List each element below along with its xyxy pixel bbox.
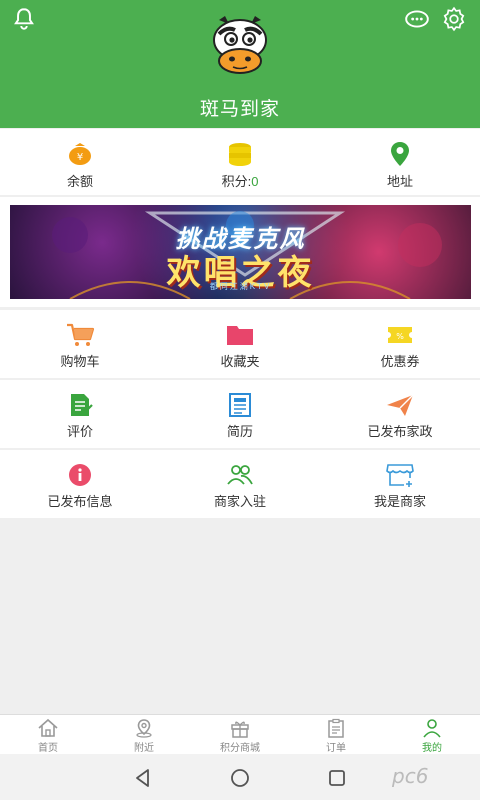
gift-icon — [231, 721, 249, 738]
shopping-cart-label: 购物车 — [60, 354, 100, 369]
coupon-label: 优惠券 — [380, 354, 420, 369]
published-housekeeping-item[interactable]: 已发布家政 — [320, 380, 480, 448]
account-stats: ¥ 余额 积分:0 地址 — [0, 129, 480, 195]
message-icon[interactable] — [404, 6, 430, 32]
wallet-icon: ¥ — [69, 143, 91, 165]
svg-text:¥: ¥ — [77, 152, 83, 163]
menu-row-3: 已发布信息 商家入驻 我是商家 — [0, 450, 480, 518]
shopping-cart-item[interactable]: 购物车 — [0, 310, 160, 378]
coupon-icon: % — [388, 327, 412, 343]
coupon-item[interactable]: % 优惠券 — [320, 310, 480, 378]
coins-icon — [229, 143, 251, 166]
nav-orders[interactable]: 订单 — [288, 715, 384, 754]
nav-points-mall[interactable]: 积分商城 — [192, 715, 288, 754]
svg-text:%: % — [396, 332, 404, 341]
merchant-join-item[interactable]: 商家入驻 — [160, 450, 320, 518]
points-label: 积分:0 — [221, 174, 259, 189]
bottom-nav: 首页 附近 积分商城 订单 我的 — [0, 714, 480, 754]
i-am-merchant-label: 我是商家 — [373, 494, 426, 509]
resume-label: 简历 — [226, 424, 253, 439]
paper-plane-icon — [387, 394, 414, 416]
watermark: pc6 — [392, 764, 476, 790]
review-icon — [71, 394, 93, 416]
user-icon — [423, 719, 441, 738]
published-housekeeping-label: 已发布家政 — [367, 424, 433, 439]
nav-points-mall-label: 积分商城 — [220, 743, 260, 754]
banner-caption: 都同江湖KTV — [209, 282, 272, 291]
i-am-merchant-item[interactable]: 我是商家 — [320, 450, 480, 518]
points-item[interactable]: 积分:0 — [160, 129, 320, 195]
points-value: 0 — [251, 174, 259, 189]
published-info-label: 已发布信息 — [47, 494, 113, 509]
info-icon — [69, 464, 91, 486]
zebra-logo-icon — [213, 16, 267, 74]
nav-home[interactable]: 首页 — [0, 715, 96, 754]
header: 斑马到家 — [0, 0, 480, 128]
menu-row-1: 购物车 收藏夹 % 优惠券 — [0, 310, 480, 378]
gear-icon[interactable] — [441, 6, 467, 32]
nav-nearby[interactable]: 附近 — [96, 715, 192, 754]
balance-item[interactable]: ¥ 余额 — [0, 129, 160, 195]
location-pin-icon — [391, 142, 409, 166]
favorites-label: 收藏夹 — [220, 354, 260, 369]
nav-mine-label: 我的 — [422, 743, 442, 754]
address-label: 地址 — [386, 174, 413, 189]
address-item[interactable]: 地址 — [320, 129, 480, 195]
system-nav-bar: pc6 — [0, 754, 480, 800]
shopping-cart-icon — [67, 323, 95, 346]
menu-row-2: 评价 简历 已发布家政 — [0, 380, 480, 448]
map-pin-icon — [136, 719, 152, 738]
favorites-item[interactable]: 收藏夹 — [160, 310, 320, 378]
banner-section: 挑战麦克风 欢唱之夜 都同江湖KTV — [0, 197, 480, 307]
review-label: 评价 — [66, 424, 93, 439]
promo-banner[interactable]: 挑战麦克风 欢唱之夜 都同江湖KTV — [10, 205, 471, 299]
recent-apps-icon[interactable] — [326, 767, 348, 789]
back-icon[interactable] — [132, 767, 154, 789]
home-circle-icon[interactable] — [229, 767, 251, 789]
published-info-item[interactable]: 已发布信息 — [0, 450, 160, 518]
folder-icon — [227, 326, 253, 345]
resume-icon — [229, 393, 251, 417]
balance-label: 余额 — [66, 174, 93, 189]
merchant-join-label: 商家入驻 — [213, 494, 266, 509]
watermark-text: pc6 — [392, 764, 429, 788]
review-item[interactable]: 评价 — [0, 380, 160, 448]
bell-icon[interactable] — [11, 6, 37, 32]
shop-icon — [386, 464, 414, 487]
resume-item[interactable]: 简历 — [160, 380, 320, 448]
nav-orders-label: 订单 — [326, 743, 346, 754]
users-icon — [227, 465, 253, 485]
app-title: 斑马到家 — [199, 99, 280, 120]
nav-mine[interactable]: 我的 — [384, 715, 480, 754]
home-icon — [38, 718, 58, 737]
nav-nearby-label: 附近 — [134, 743, 154, 754]
clipboard-icon — [328, 718, 344, 738]
nav-home-label: 首页 — [38, 743, 58, 754]
